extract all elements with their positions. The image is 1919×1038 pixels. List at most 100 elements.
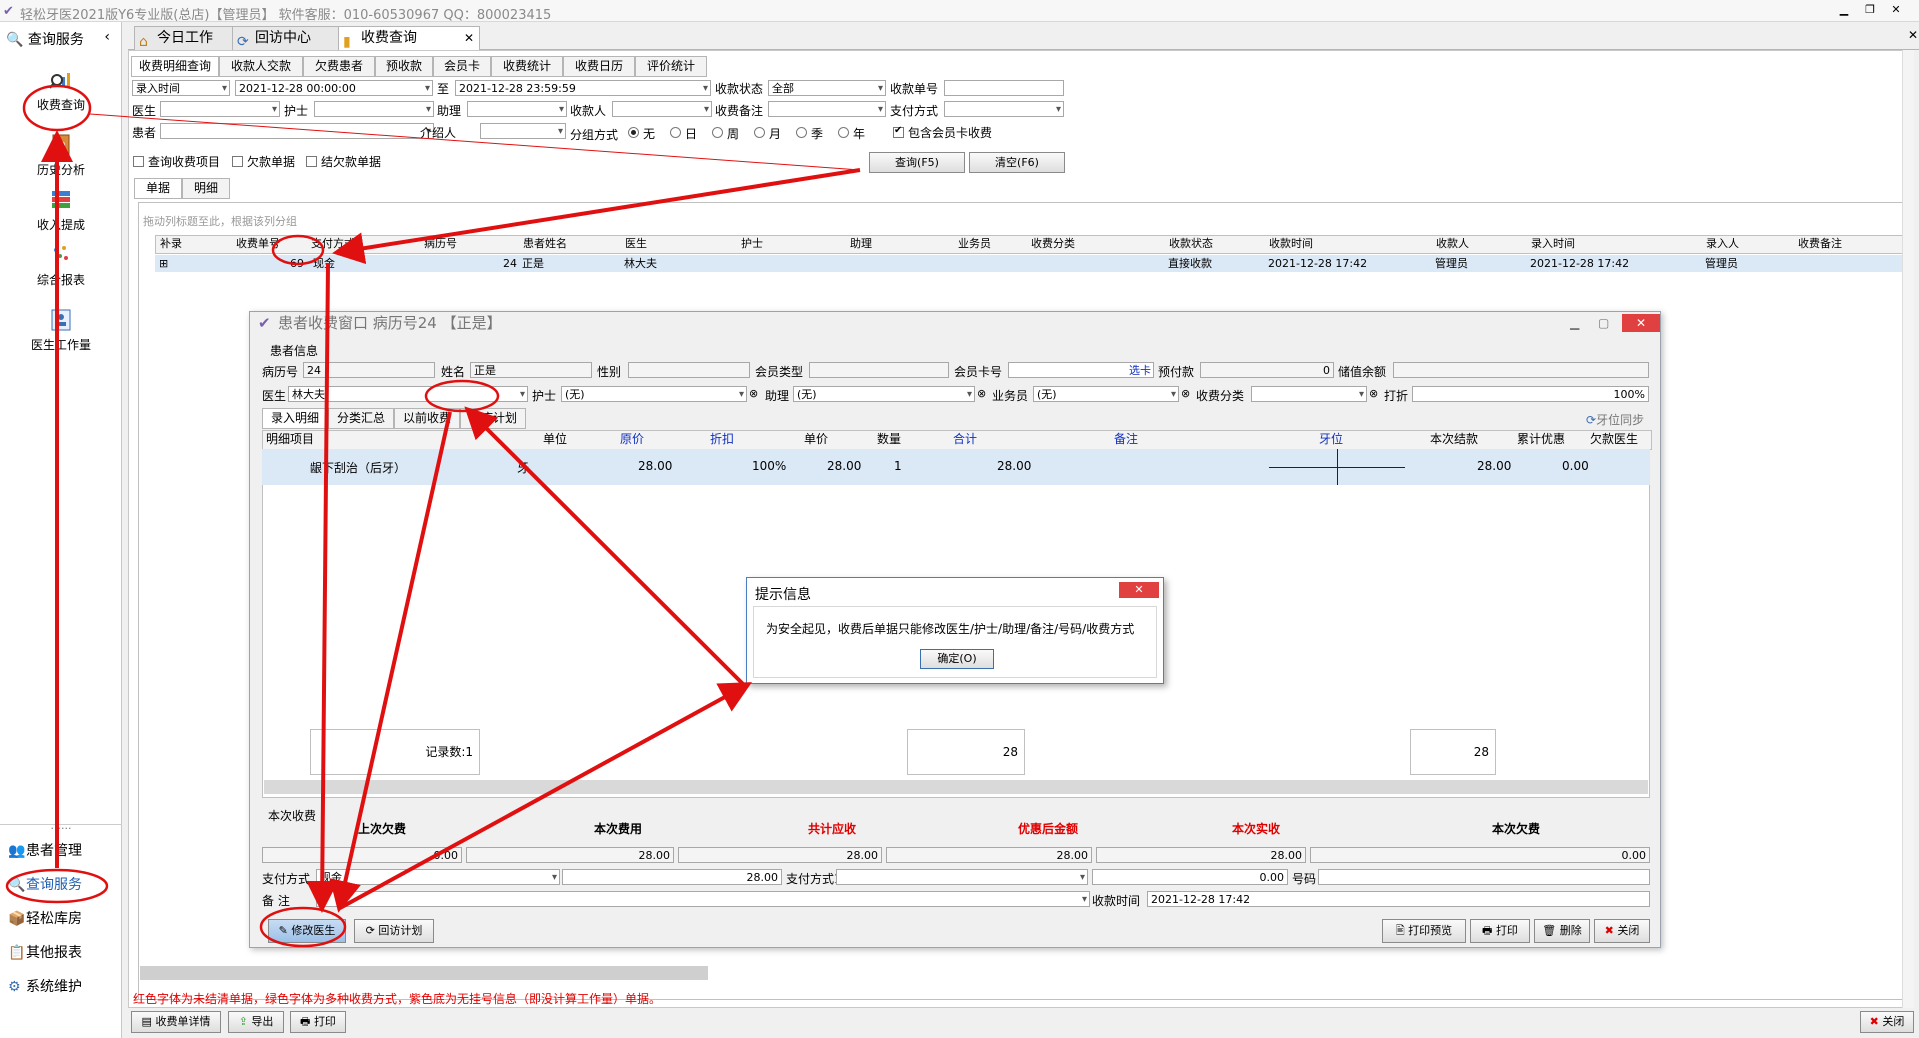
group-radio-day[interactable] [670, 127, 681, 138]
payee-filter-select[interactable] [612, 101, 712, 117]
clear-sales-icon[interactable]: ⊗ [1181, 387, 1190, 400]
tab-receipts[interactable]: 单据 [134, 178, 182, 199]
nav-other-reports[interactable]: 📋其他报表 [8, 942, 82, 964]
group-radio-quarter[interactable] [796, 127, 807, 138]
discount-field[interactable]: 100% [1412, 386, 1649, 402]
category-select[interactable] [1251, 386, 1367, 402]
patient-filter-input[interactable] [160, 123, 434, 139]
edit-doctor-button[interactable]: ✎ 修改医生 [268, 919, 346, 943]
fee-detail-button[interactable]: ▤ 收费单详情 [131, 1011, 221, 1033]
time-type-select[interactable]: 录入时间 [132, 80, 230, 96]
subtab-member-card[interactable]: 会员卡 [433, 56, 491, 77]
print-preview-button[interactable]: 🖹 打印预览 [1382, 919, 1466, 943]
paytime-field[interactable]: 2021-12-28 17:42 [1147, 891, 1650, 907]
sidebar-item-fee-query[interactable]: 收费查询 [0, 67, 122, 113]
tab-details[interactable]: 明细 [182, 178, 230, 199]
dialog-minimize-button[interactable]: ▁ [1570, 312, 1579, 334]
subtab-fee-stats[interactable]: 收费统计 [491, 56, 563, 77]
grid-horizontal-scrollbar[interactable] [140, 966, 708, 980]
sidebar-item-report[interactable]: 综合报表 [0, 242, 122, 288]
subtab-rating-stats[interactable]: 评价统计 [635, 56, 707, 77]
number-field[interactable] [1318, 869, 1650, 885]
nav-patient-management[interactable]: 👥患者管理 [8, 840, 82, 862]
col-salesperson[interactable]: 业务员 [958, 236, 991, 251]
sidebar-item-doctor-workload[interactable]: 医生工作量 [0, 307, 122, 353]
date-from-input[interactable]: 2021-12-28 00:00:00 [235, 80, 433, 96]
doctor-filter-select[interactable] [160, 101, 280, 117]
referrer-filter-select[interactable] [480, 123, 566, 139]
clear-assist-icon[interactable]: ⊗ [977, 387, 986, 400]
col-record-no[interactable]: 病历号 [424, 236, 457, 251]
collapse-chevron-icon[interactable]: ‹ [104, 29, 110, 45]
tab-entry-detail[interactable]: 录入明细 [262, 408, 328, 429]
minimize-button[interactable]: ▁ [1833, 2, 1855, 18]
clear-nurse-icon[interactable]: ⊗ [749, 387, 758, 400]
expand-icon[interactable]: ⊞ [159, 255, 168, 272]
receipt-input[interactable] [944, 80, 1064, 96]
dialog-close-button[interactable]: ✕ [1622, 314, 1660, 332]
pay-method1-select[interactable] [836, 869, 1088, 885]
tab-fee-query[interactable]: ▮ 收费查询 ✕ [338, 26, 480, 52]
tab-previous-fees[interactable]: 以前收费 [394, 408, 460, 429]
date-to-input[interactable]: 2021-12-28 23:59:59 [455, 80, 711, 96]
table-row[interactable]: ⊞ 69 现金 24 正是 林大夫 直接收款 2021-12-28 17:42 … [155, 255, 1907, 272]
sidebar-item-income[interactable]: 收入提成 [0, 187, 122, 233]
tooth-position-cross[interactable] [1269, 449, 1405, 485]
revisit-plan-button[interactable]: ⟳ 回访计划 [354, 919, 434, 943]
table-row[interactable]: 龈下刮治（后牙） 牙 28.00 100% 28.00 1 28.00 28.0… [262, 449, 1650, 485]
restore-button[interactable]: ❐ [1859, 2, 1881, 18]
close-tab-icon[interactable]: ✕ [464, 27, 474, 49]
subtab-payee-handover[interactable]: 收款人交款 [219, 56, 303, 77]
col-fee-note[interactable]: 收费备注 [1798, 236, 1842, 251]
col-doctor[interactable]: 医生 [625, 236, 647, 251]
message-close-button[interactable]: ✕ [1119, 582, 1159, 598]
footer-print-button[interactable]: 🖶 打印 [290, 1011, 346, 1033]
col-nurse[interactable]: 护士 [741, 236, 763, 251]
col-entry-by[interactable]: 录入人 [1706, 236, 1739, 251]
col-pay-time[interactable]: 收款时间 [1269, 236, 1313, 251]
include-member-checkbox[interactable]: ✔ [893, 125, 904, 138]
fee-table-scrollbar[interactable] [264, 780, 1648, 794]
clear-category-icon[interactable]: ⊗ [1369, 387, 1378, 400]
card-field[interactable]: 选卡 [1008, 362, 1154, 378]
clear-button[interactable]: 清空(F6) [969, 152, 1065, 173]
group-radio-week[interactable] [712, 127, 723, 138]
pay1-amount-field[interactable]: 0.00 [1092, 869, 1288, 885]
footer-close-button[interactable]: ✖ 关闭 [1860, 1011, 1914, 1033]
subtab-fee-calendar[interactable]: 收费日历 [563, 56, 635, 77]
export-button[interactable]: ⇪ 导出 [228, 1011, 284, 1033]
col-patient-name[interactable]: 患者姓名 [523, 236, 567, 251]
dialog-maximize-button[interactable]: ▢ [1598, 312, 1609, 334]
ok-button[interactable]: 确定(O) [920, 649, 994, 669]
dialog-close-text-button[interactable]: ✖ 关闭 [1594, 919, 1650, 943]
subtab-prepay[interactable]: 预收款 [375, 56, 433, 77]
tab-category-summary[interactable]: 分类汇总 [328, 408, 394, 429]
tab-treatment-plan[interactable]: 治疗计划 [460, 408, 526, 429]
col-fee-category[interactable]: 收费分类 [1031, 236, 1075, 251]
delete-button[interactable]: 🗑 删除 [1534, 919, 1590, 943]
tooth-sync-button[interactable]: ⟳牙位同步 [1586, 411, 1644, 428]
paymethod-filter-select[interactable] [944, 101, 1064, 117]
query-button[interactable]: 查询(F5) [869, 152, 965, 173]
assist-filter-select[interactable] [467, 101, 567, 117]
nurse-filter-select[interactable] [314, 101, 434, 117]
pay-method-select[interactable]: 现金 [316, 869, 560, 885]
note-filter-select[interactable] [768, 101, 886, 117]
close-all-tabs-icon[interactable]: ✕ [1908, 28, 1918, 42]
col-assistant[interactable]: 助理 [850, 236, 872, 251]
nurse-select[interactable]: (无) [561, 386, 747, 402]
doctor-select[interactable]: 林大夫 [288, 386, 528, 402]
subtab-fee-detail[interactable]: 收费明细查询 [131, 56, 219, 77]
col-payee[interactable]: 收款人 [1436, 236, 1469, 251]
nav-system-maintenance[interactable]: ⚙ 系统维护 [8, 976, 82, 998]
pay-amount-field[interactable]: 28.00 [562, 869, 782, 885]
col-receipt-no[interactable]: 收费单号 [236, 236, 280, 251]
note-select[interactable] [316, 891, 1090, 907]
sidebar-item-history[interactable]: 历史分析 [0, 132, 122, 178]
group-radio-month[interactable] [754, 127, 765, 138]
settled-arrears-checkbox[interactable] [306, 156, 317, 167]
main-vertical-scrollbar[interactable] [1902, 50, 1914, 1008]
col-pay-status[interactable]: 收款状态 [1169, 236, 1213, 251]
query-items-checkbox[interactable] [133, 156, 144, 167]
col-supplement[interactable]: 补录 [160, 236, 182, 251]
